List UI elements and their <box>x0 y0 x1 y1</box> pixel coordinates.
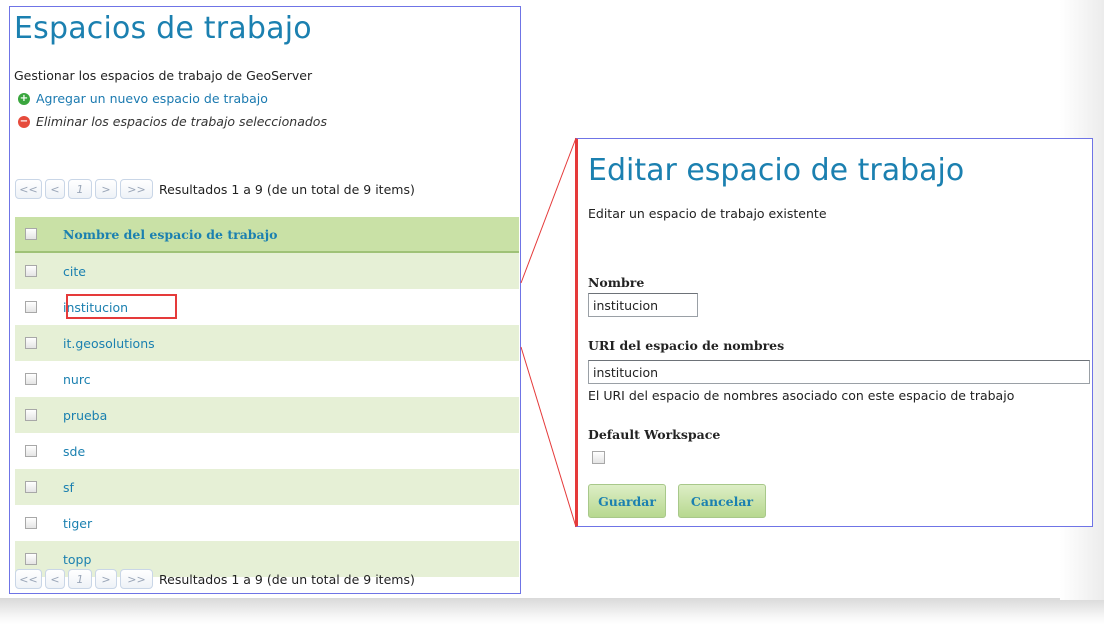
connector-line-bottom <box>520 346 577 528</box>
uri-label: URI del espacio de nombres <box>588 338 785 353</box>
uri-help-text: El URI del espacio de nombres asociado c… <box>588 388 1015 403</box>
edit-title: Editar espacio de trabajo <box>588 153 965 188</box>
cancel-button[interactable]: Cancelar <box>678 484 766 518</box>
default-workspace-label: Default Workspace <box>588 427 721 442</box>
connector-line-top <box>520 137 577 284</box>
edit-workspace-panel: Editar espacio de trabajo Editar un espa… <box>575 138 1093 527</box>
name-label: Nombre <box>588 275 645 290</box>
save-button[interactable]: Guardar <box>588 484 666 518</box>
edit-description: Editar un espacio de trabajo existente <box>588 206 827 221</box>
default-workspace-checkbox[interactable] <box>592 451 605 464</box>
name-input[interactable] <box>588 293 698 317</box>
uri-input[interactable] <box>588 360 1090 384</box>
